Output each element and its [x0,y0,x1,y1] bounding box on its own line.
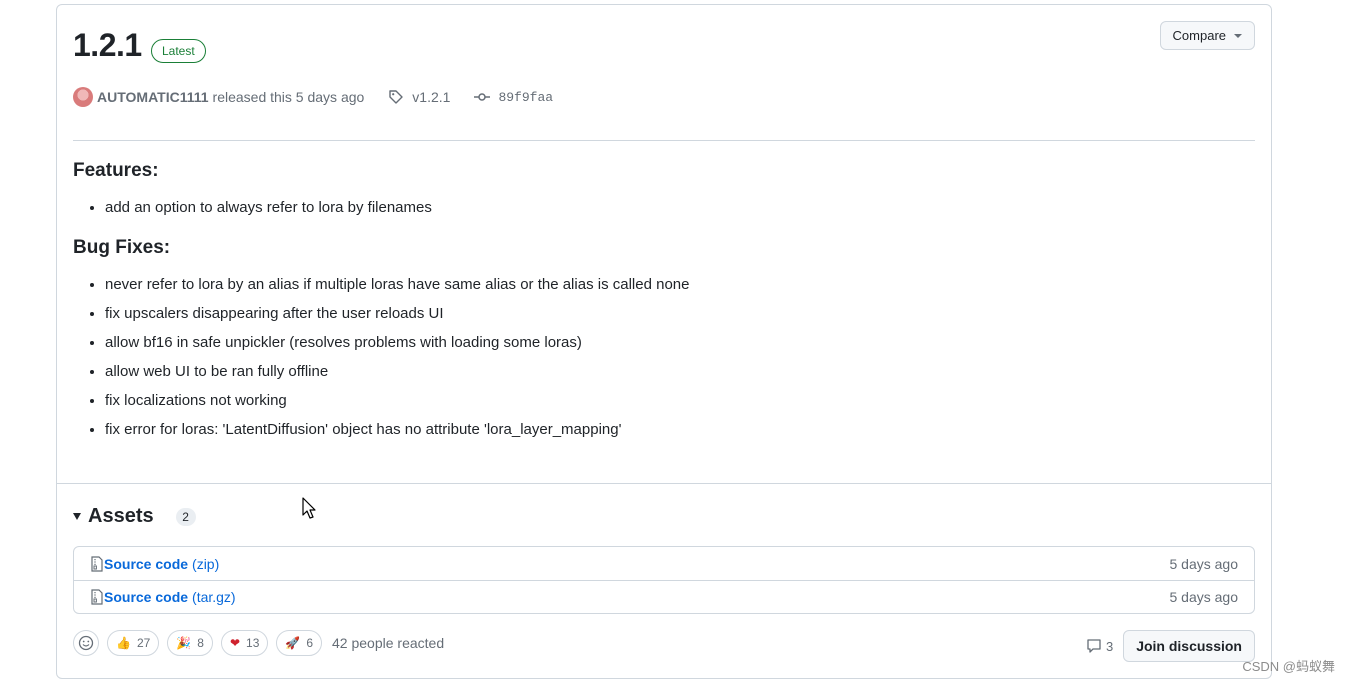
rocket-icon: 🚀 [285,636,301,650]
asset-name: Source code [104,555,189,572]
asset-ext: (zip) [192,555,220,572]
release-meta: AUTOMATIC1111 released this 5 days ago v… [73,87,553,107]
assets-divider [57,483,1271,484]
asset-date: 5 days ago [1169,589,1239,605]
reactions-bar: 👍 27 🎉 8 ❤ 13 🚀 6 42 people reacted [73,630,444,656]
list-item: allow web UI to be ran fully offline [105,361,1253,382]
file-zip-icon [91,555,103,572]
reaction-count: 13 [246,636,260,650]
assets-toggle[interactable]: Assets 2 [73,505,196,528]
comment-count: 3 [1105,638,1114,654]
tag-link[interactable]: v1.2.1 [388,89,450,105]
bugfixes-heading: Bug Fixes: [73,237,171,258]
assets-heading: Assets [88,505,154,527]
commit-label: 89f9faa [498,89,554,105]
reaction-hooray[interactable]: 🎉 8 [167,630,213,656]
release-notes: Features: add an option to always refer … [73,157,1253,456]
features-heading: Features: [73,160,159,181]
compare-button[interactable]: Compare [1159,21,1255,50]
list-item: fix upscalers disappearing after the use… [105,303,1253,324]
list-item: fix localizations not working [105,390,1253,411]
reaction-count: 27 [136,636,151,650]
asset-ext: (tar.gz) [192,589,236,605]
comments-link[interactable]: 3 [1086,638,1113,654]
reaction-count: 6 [306,636,314,650]
bugfixes-list: never refer to lora by an alias if multi… [73,274,1253,440]
release-title[interactable]: 1.2.1 [73,25,142,65]
reaction-rocket[interactable]: 🚀 6 [276,630,323,656]
chevron-down-icon [1234,33,1242,38]
compare-label: Compare [1172,28,1226,43]
latest-badge: Latest [151,39,206,63]
heart-icon: ❤ [229,636,241,650]
release-card: 1.2.1 Latest Compare AUTOMATIC1111 relea… [56,4,1272,679]
author-avatar[interactable] [73,87,93,107]
mouse-cursor-icon [302,497,316,519]
commit-link[interactable]: 89f9faa [474,89,553,105]
smiley-icon [78,635,94,651]
caret-down-icon [73,513,81,520]
asset-date: 5 days ago [1169,555,1239,572]
watermark: CSDN @蚂蚁舞 [1242,659,1335,674]
asset-row: Source code (tar.gz) 5 days ago [74,580,1254,613]
file-zip-icon [91,589,103,605]
discussion-area: 3 Join discussion [1086,630,1255,662]
asset-name: Source code [104,589,189,605]
thumbs-up-icon: 👍 [116,636,131,650]
header-divider [73,140,1255,141]
reaction-thumbs-up[interactable]: 👍 27 [107,630,160,656]
add-reaction-button[interactable] [73,630,99,656]
assets-list: Source code (zip) 5 days ago Source code… [73,546,1255,614]
author-link[interactable]: AUTOMATIC1111 [97,89,209,105]
reactions-summary: 42 people reacted [332,635,445,651]
reaction-count: 8 [197,636,204,650]
commit-icon [474,93,491,101]
list-item: never refer to lora by an alias if multi… [105,274,1253,295]
features-list: add an option to always refer to lora by… [73,197,1253,218]
reaction-heart[interactable]: ❤ 13 [220,630,269,656]
asset-row: Source code (zip) 5 days ago [74,547,1254,580]
asset-link[interactable]: Source code (zip) [90,556,219,572]
released-text: released this 5 days ago [212,89,365,105]
list-item: allow bf16 in safe unpickler (resolves p… [105,332,1253,353]
asset-link[interactable]: Source code (tar.gz) [90,589,236,605]
list-item: fix error for loras: 'LatentDiffusion' o… [105,419,1253,440]
comment-icon [1087,639,1101,653]
assets-count-badge: 2 [175,507,196,526]
join-discussion-button[interactable]: Join discussion [1123,630,1255,662]
tag-icon [389,90,403,104]
list-item: add an option to always refer to lora by… [105,197,1253,218]
tag-label: v1.2.1 [412,89,451,105]
party-popper-icon: 🎉 [176,636,192,650]
